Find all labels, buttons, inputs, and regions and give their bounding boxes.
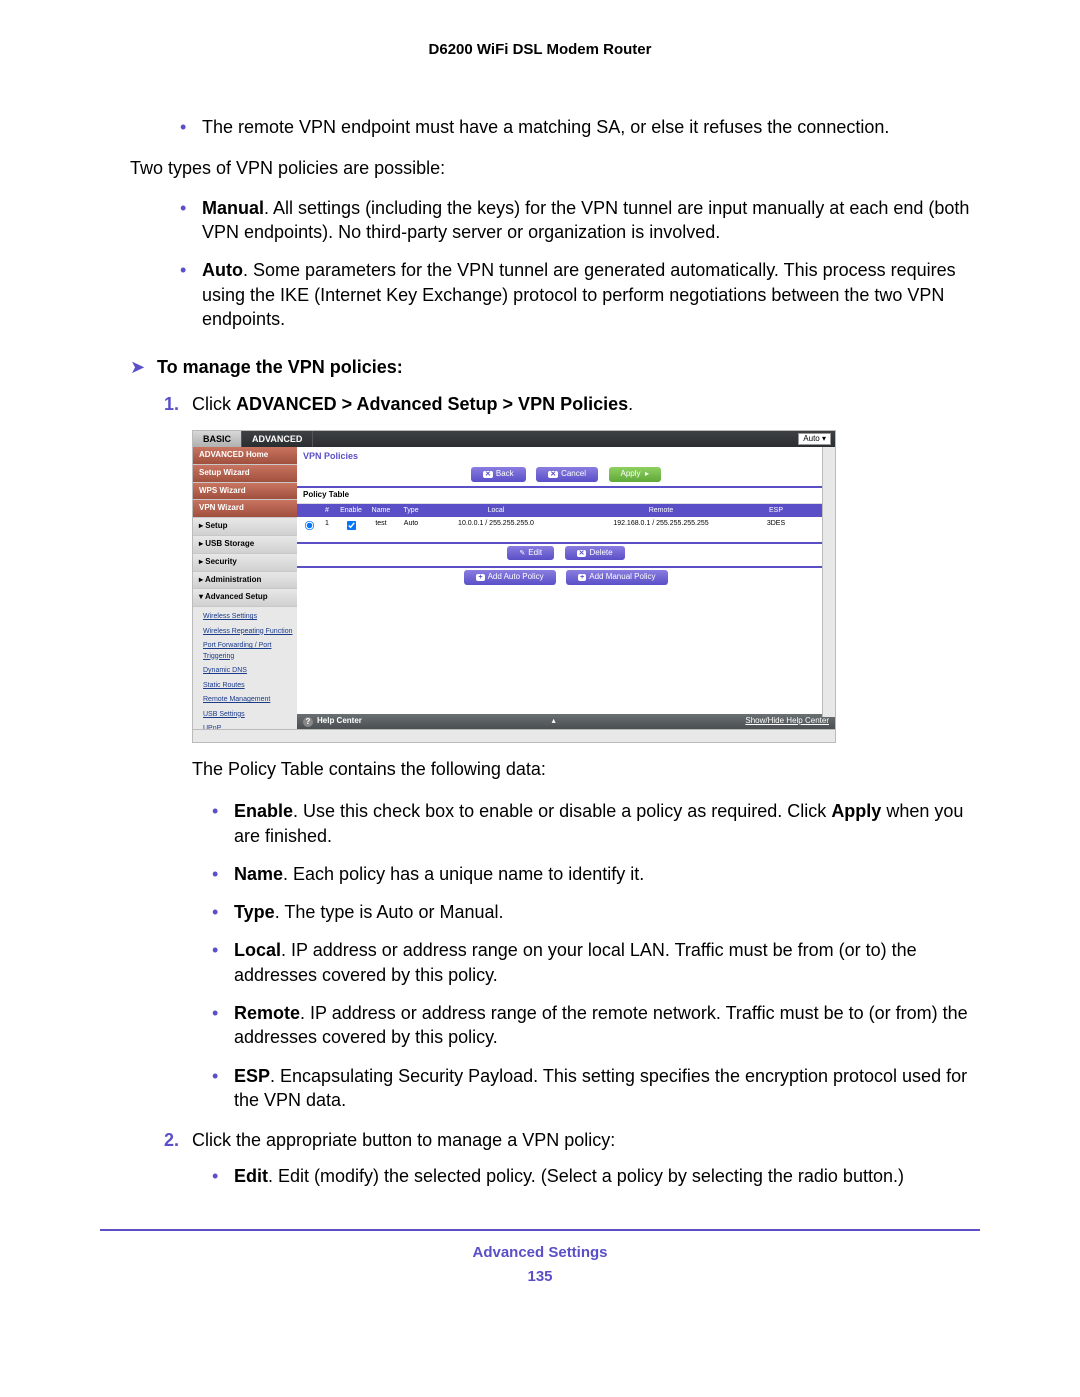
row-select-radio[interactable]	[304, 521, 313, 530]
row-enable-checkbox[interactable]	[346, 521, 355, 530]
step-1: Click ADVANCED > Advanced Setup > VPN Po…	[164, 392, 980, 1113]
tab-advanced[interactable]: ADVANCED	[242, 431, 313, 447]
sub-port-forwarding[interactable]: Port Forwarding / Port Triggering	[203, 639, 297, 664]
cancel-button[interactable]: ✕Cancel	[536, 467, 598, 482]
sidebar-usb-storage[interactable]: ▸ USB Storage	[193, 536, 297, 554]
back-button[interactable]: ✕Back	[471, 467, 526, 482]
sidebar-advanced-setup[interactable]: ▾ Advanced Setup	[193, 589, 297, 607]
auto-dropdown[interactable]: Auto ▾	[798, 433, 831, 446]
table-header: # Enable Name Type Local Remote ESP	[297, 504, 835, 517]
sub-wireless-settings[interactable]: Wireless Settings	[203, 610, 297, 625]
sidebar-vpn-wizard[interactable]: VPN Wizard	[193, 500, 297, 518]
footer-section: Advanced Settings	[472, 1244, 607, 1261]
tab-basic[interactable]: BASIC	[193, 431, 242, 447]
intro-bullet: The remote VPN endpoint must have a matc…	[180, 115, 980, 139]
help-toggle-link[interactable]: Show/Hide Help Center	[745, 716, 829, 727]
delete-button[interactable]: ✕Delete	[565, 546, 625, 561]
add-manual-button[interactable]: +Add Manual Policy	[566, 570, 667, 585]
intro-line: Two types of VPN policies are possible:	[130, 156, 980, 180]
sidebar-administration[interactable]: ▸ Administration	[193, 572, 297, 590]
table-row: 1 test Auto 10.0.0.1 / 255.255.255.0 192…	[297, 517, 835, 537]
edit-button[interactable]: ✎Edit	[507, 546, 554, 561]
sidebar-wps-wizard[interactable]: WPS Wizard	[193, 483, 297, 501]
horizontal-scrollbar[interactable]	[193, 729, 835, 742]
sub-wireless-repeating[interactable]: Wireless Repeating Function	[203, 625, 297, 640]
type-bullet-auto: Auto. Some parameters for the VPN tunnel…	[180, 258, 980, 331]
field-enable: Enable. Use this check box to enable or …	[212, 799, 980, 848]
step-2: Click the appropriate button to manage a…	[164, 1128, 980, 1189]
sub-upnp[interactable]: UPnP	[203, 722, 297, 729]
apply-button[interactable]: Apply ▸	[609, 467, 661, 482]
footer-rule	[100, 1229, 980, 1231]
page-number: 135	[100, 1267, 980, 1287]
policy-table-intro: The Policy Table contains the following …	[192, 757, 980, 781]
procedure-heading: ➤ To manage the VPN policies:	[130, 355, 980, 379]
sub-remote-management[interactable]: Remote Management	[203, 693, 297, 708]
step2-bullet-edit: Edit. Edit (modify) the selected policy.…	[212, 1164, 980, 1188]
sub-usb-settings[interactable]: USB Settings	[203, 708, 297, 723]
sidebar-advanced-home[interactable]: ADVANCED Home	[193, 447, 297, 465]
vertical-scrollbar[interactable]	[822, 447, 835, 717]
sub-static-routes[interactable]: Static Routes	[203, 679, 297, 694]
type-bullet-manual: Manual. All settings (including the keys…	[180, 196, 980, 245]
sidebar-setup-wizard[interactable]: Setup Wizard	[193, 465, 297, 483]
field-remote: Remote. IP address or address range of t…	[212, 1001, 980, 1050]
field-esp: ESP. Encapsulating Security Payload. Thi…	[212, 1064, 980, 1113]
add-auto-button[interactable]: +Add Auto Policy	[464, 570, 555, 585]
router-ui-screenshot: BASIC ADVANCED Auto ▾ ADVANCED Home Setu…	[192, 430, 836, 743]
field-type: Type. The type is Auto or Manual.	[212, 900, 980, 924]
arrow-icon: ➤	[130, 355, 152, 379]
policy-table-label: Policy Table	[297, 486, 835, 504]
help-icon[interactable]: ?	[303, 717, 313, 727]
field-local: Local. IP address or address range on yo…	[212, 938, 980, 987]
sidebar-setup[interactable]: ▸ Setup	[193, 518, 297, 536]
sub-dynamic-dns[interactable]: Dynamic DNS	[203, 664, 297, 679]
help-footer: ? Help Center ▴ Show/Hide Help Center	[297, 714, 835, 729]
field-name: Name. Each policy has a unique name to i…	[212, 862, 980, 886]
sidebar-security[interactable]: ▸ Security	[193, 554, 297, 572]
content-title: VPN Policies	[297, 447, 835, 465]
page-header: D6200 WiFi DSL Modem Router	[100, 40, 980, 60]
sidebar: ADVANCED Home Setup Wizard WPS Wizard VP…	[193, 447, 297, 729]
